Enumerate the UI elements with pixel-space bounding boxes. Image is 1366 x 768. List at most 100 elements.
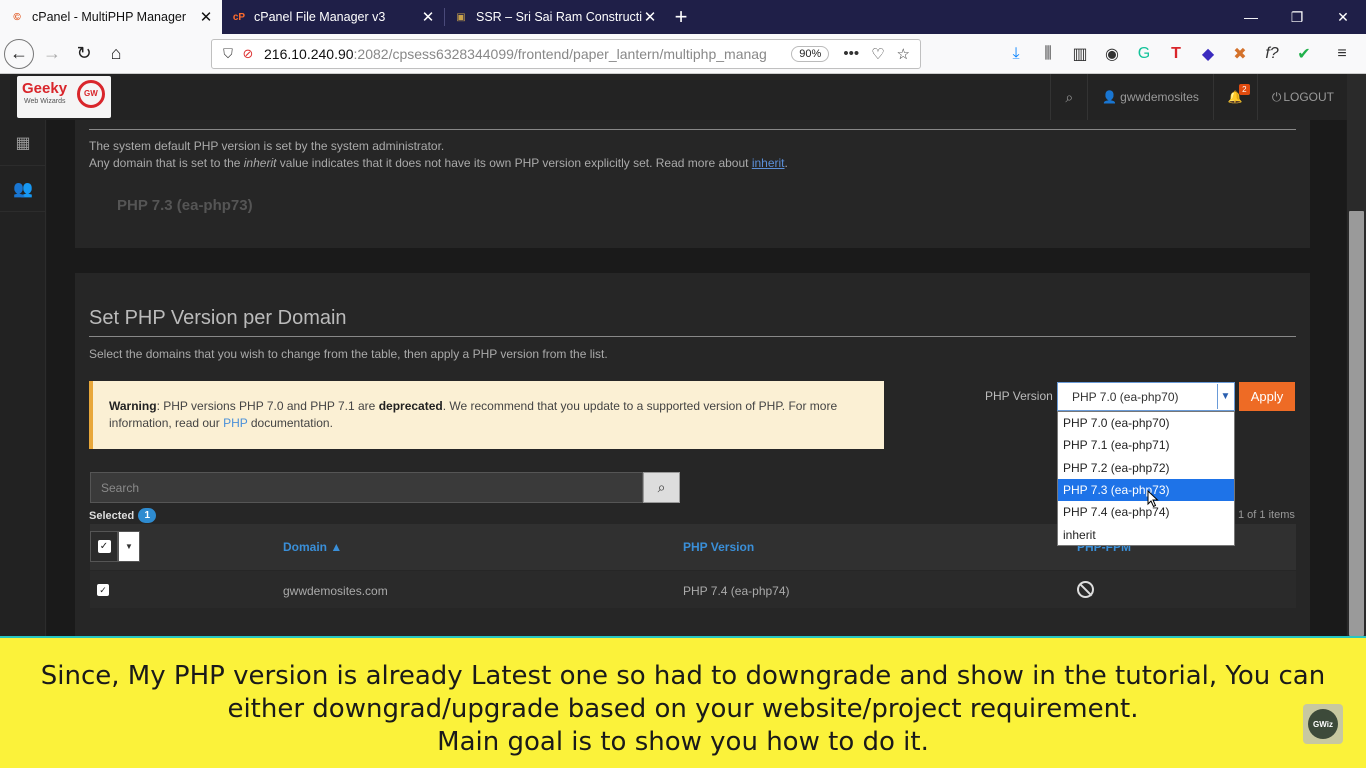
section-title: Set PHP Version per Domain — [89, 307, 347, 329]
option-php73[interactable]: PHP 7.3 (ea-php73) — [1058, 478, 1234, 502]
tab-file-manager[interactable]: cP cPanel File Manager v3 ✕ — [222, 0, 444, 34]
fpm-disabled-icon[interactable] — [1077, 581, 1094, 598]
caption-line-2: either downgrad/upgrade based on your we… — [227, 694, 1139, 724]
more-actions-icon[interactable]: ••• — [843, 45, 859, 63]
home-button[interactable]: ⌂ — [100, 38, 132, 70]
selected-count-badge: 1 — [138, 508, 157, 523]
url-bar[interactable]: ⛉ ⊘ 216.10.240.90:2082/cpsess6328344099/… — [211, 39, 921, 69]
search-icon[interactable]: ⌕ — [1050, 74, 1087, 120]
php-version-dropdown: PHP 7.0 (ea-php70) PHP 7.1 (ea-php71) PH… — [1057, 411, 1235, 546]
browser-nav-bar: ← → ↻ ⌂ ⛉ ⊘ 216.10.240.90:2082/cpsess632… — [0, 34, 1366, 74]
close-tab-icon[interactable]: ✕ — [198, 8, 214, 26]
search-input[interactable]: Search — [90, 472, 643, 503]
deprecation-warning: Warning: PHP versions PHP 7.0 and PHP 7.… — [89, 381, 884, 449]
geeky-web-wizards-logo[interactable]: Geeky Web Wizards — [17, 76, 111, 118]
notification-badge: 2 — [1238, 84, 1250, 95]
cpanel-favicon-icon: cP — [232, 11, 246, 23]
formula-icon[interactable]: f? — [1260, 40, 1284, 68]
extension-cross-icon[interactable]: ✖ — [1228, 40, 1252, 68]
select-all-checkbox[interactable]: ✓ — [90, 531, 118, 562]
inherit-link[interactable]: inherit — [752, 156, 785, 170]
php-version-label: PHP Version — [985, 389, 1053, 403]
system-default-panel: The system default PHP version is set by… — [75, 120, 1310, 248]
download-icon[interactable]: ⤓ — [1004, 40, 1028, 68]
sidebar-icon[interactable]: ▥ — [1068, 40, 1092, 68]
close-window-icon[interactable]: ✕ — [1320, 0, 1366, 34]
check-extension-icon[interactable]: ✔ — [1292, 40, 1316, 68]
search-icon: ⌕ — [657, 479, 666, 495]
option-php74[interactable]: PHP 7.4 (ea-php74) — [1058, 501, 1234, 523]
pagination-info: 1 of 1 items — [1238, 509, 1295, 521]
logo-subtitle: Web Wizards — [24, 98, 66, 105]
inherit-explanation: Any domain that is set to the inherit va… — [89, 156, 788, 170]
checkmark-icon: ✓ — [97, 540, 111, 553]
logout-icon: ⏻ — [1271, 89, 1282, 104]
caption-text: Since, My PHP version is already Latest … — [0, 660, 1366, 759]
cpanel-favicon-icon: © — [13, 11, 21, 23]
chevron-down-icon[interactable]: ▼ — [1217, 384, 1233, 409]
channel-watermark: GWiz — [1303, 704, 1343, 744]
users-icon[interactable]: 👥 — [0, 166, 46, 212]
select-options-dropdown[interactable]: ▼ — [118, 531, 140, 562]
section-divider — [89, 336, 1296, 337]
restore-icon[interactable]: ❐ — [1274, 0, 1320, 34]
browser-toolbar: ⤓ ⫼ ▥ ◉ G T ◆ ✖ f? ✔ ≡ — [1004, 40, 1354, 68]
search-button[interactable]: ⌕ — [643, 472, 680, 503]
tab-ssr-constructions[interactable]: ▣ SSR – Sri Sai Ram Constructions ✕ — [444, 0, 666, 34]
caption-line-1: Since, My PHP version is already Latest … — [40, 661, 1326, 691]
selected-version: PHP 7.0 (ea-php70) — [1072, 389, 1179, 404]
section-divider — [89, 129, 1296, 130]
selected-indicator: Selected 1 — [89, 508, 157, 523]
shield-icon[interactable]: ⛉ — [218, 46, 238, 62]
row-php-version: PHP 7.4 (ea-php74) — [683, 584, 790, 598]
page-scrollbar[interactable] — [1347, 74, 1366, 640]
new-tab-button[interactable]: + — [666, 0, 696, 34]
row-checkbox[interactable]: ✓ — [97, 584, 109, 596]
php-version-select[interactable]: PHP 7.0 (ea-php70) ▼ — [1057, 382, 1235, 411]
logout-button[interactable]: ⏻ LOGOUT — [1256, 74, 1348, 120]
insecure-lock-icon[interactable]: ⊘ — [238, 46, 258, 62]
scrollbar-thumb[interactable] — [1349, 211, 1364, 636]
text-extension-icon[interactable]: T — [1164, 40, 1188, 68]
back-button[interactable]: ← — [4, 38, 34, 69]
menu-icon[interactable]: ≡ — [1330, 40, 1354, 68]
grid-apps-icon[interactable]: ▦ — [0, 120, 46, 166]
window-controls: — ❐ ✕ — [1228, 0, 1366, 34]
pocket-icon[interactable]: ♡ — [871, 45, 884, 63]
option-php71[interactable]: PHP 7.1 (ea-php71) — [1058, 434, 1234, 456]
section-description: Select the domains that you wish to chan… — [89, 347, 608, 361]
site-favicon-icon: ▣ — [456, 11, 466, 23]
option-inherit[interactable]: inherit — [1058, 523, 1234, 545]
logo-title: Geeky — [22, 80, 68, 97]
extension-diamond-icon[interactable]: ◆ — [1196, 40, 1220, 68]
tab-multiphp-manager[interactable]: © cPanel - MultiPHP Manager ✕ — [0, 0, 222, 34]
logo-mark-icon — [77, 80, 105, 108]
php-docs-link[interactable]: PHP — [223, 416, 247, 430]
tab-title: cPanel File Manager v3 — [254, 10, 386, 24]
bell-icon: 🔔 2 — [1228, 84, 1250, 104]
tutorial-caption: Since, My PHP version is already Latest … — [0, 636, 1366, 768]
minimize-icon[interactable]: — — [1228, 0, 1274, 34]
tab-title: cPanel - MultiPHP Manager — [32, 10, 187, 24]
url-text[interactable]: 216.10.240.90:2082/cpsess6328344099/fron… — [264, 46, 791, 62]
url-actions: ••• ♡ ☆ — [843, 45, 910, 63]
caret-down-icon: ▼ — [125, 542, 133, 551]
account-icon[interactable]: ◉ — [1100, 40, 1124, 68]
notifications-button[interactable]: 🔔 2 — [1212, 74, 1257, 120]
forward-button[interactable]: → — [36, 38, 68, 70]
user-menu[interactable]: 👤 gwwdemosites — [1087, 74, 1213, 120]
bookmark-star-icon[interactable]: ☆ — [897, 45, 910, 63]
option-php70[interactable]: PHP 7.0 (ea-php70) — [1058, 412, 1234, 434]
reload-button[interactable]: ↻ — [68, 38, 100, 70]
option-php72[interactable]: PHP 7.2 (ea-php72) — [1058, 457, 1234, 479]
close-tab-icon[interactable]: ✕ — [642, 8, 658, 26]
column-domain[interactable]: Domain ▲ — [283, 540, 342, 554]
apply-button[interactable]: Apply — [1239, 382, 1295, 411]
system-php-version: PHP 7.3 (ea-php73) — [117, 197, 253, 214]
column-php-version[interactable]: PHP Version — [683, 540, 754, 554]
library-icon[interactable]: ⫼ — [1036, 40, 1060, 68]
zoom-indicator[interactable]: 90% — [791, 46, 830, 62]
grammarly-icon[interactable]: G — [1132, 40, 1156, 68]
close-tab-icon[interactable]: ✕ — [420, 8, 436, 26]
username: gwwdemosites — [1120, 90, 1199, 104]
